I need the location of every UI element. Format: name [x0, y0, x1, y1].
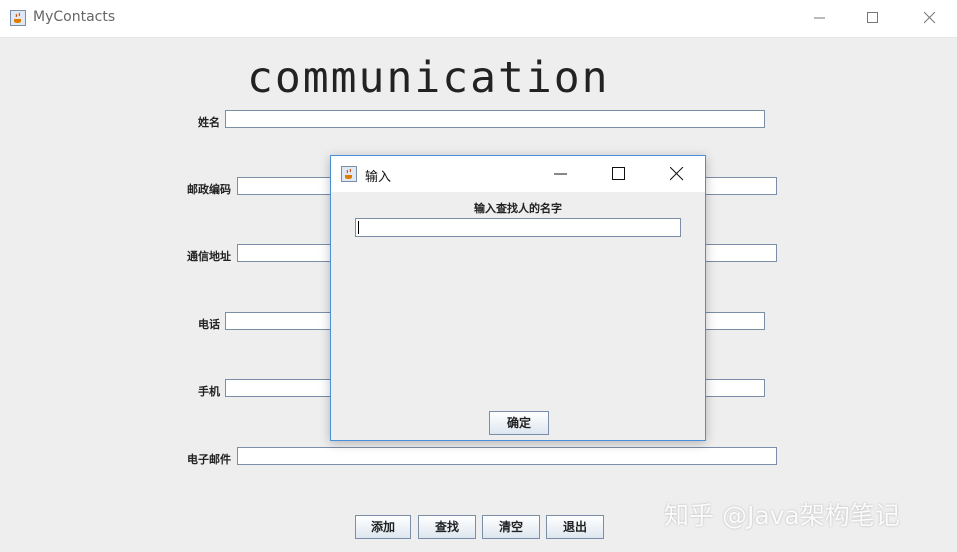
dialog-close-button[interactable] [655, 156, 699, 192]
close-button[interactable] [907, 0, 953, 37]
dialog-maximize-button[interactable] [597, 156, 641, 192]
java-cup-icon [341, 166, 357, 182]
email-label: 电子邮件 [187, 453, 231, 466]
watermark: 知乎 @Java架构笔记 [664, 501, 900, 530]
mobile-label: 手机 [198, 385, 220, 398]
maximize-button[interactable] [850, 0, 896, 37]
ok-button[interactable]: 确定 [489, 411, 549, 435]
dialog-title-bar: 输入 [331, 156, 705, 192]
postcode-label: 邮政编码 [187, 183, 231, 196]
phone-label: 电话 [198, 318, 220, 331]
minimize-button[interactable] [797, 0, 843, 37]
dialog-prompt: 输入查找人的名字 [474, 202, 562, 215]
page-heading: communication [247, 53, 610, 103]
exit-button[interactable]: 退出 [546, 515, 604, 539]
address-label: 通信地址 [187, 250, 231, 263]
dialog-minimize-button[interactable] [539, 156, 583, 192]
name-field[interactable] [225, 110, 765, 128]
search-name-input[interactable] [355, 218, 681, 237]
search-button[interactable]: 查找 [418, 515, 476, 539]
dialog-title: 输入 [365, 170, 392, 185]
email-field[interactable] [237, 447, 777, 465]
main-title-bar: MyContacts [0, 0, 957, 38]
add-button[interactable]: 添加 [355, 515, 411, 539]
input-dialog: 输入 输入查找人的名字 确定 [330, 155, 706, 441]
name-label: 姓名 [198, 116, 220, 129]
clear-button[interactable]: 清空 [482, 515, 540, 539]
java-cup-icon [10, 10, 26, 26]
window-title: MyContacts [33, 9, 116, 25]
text-caret [358, 221, 359, 234]
